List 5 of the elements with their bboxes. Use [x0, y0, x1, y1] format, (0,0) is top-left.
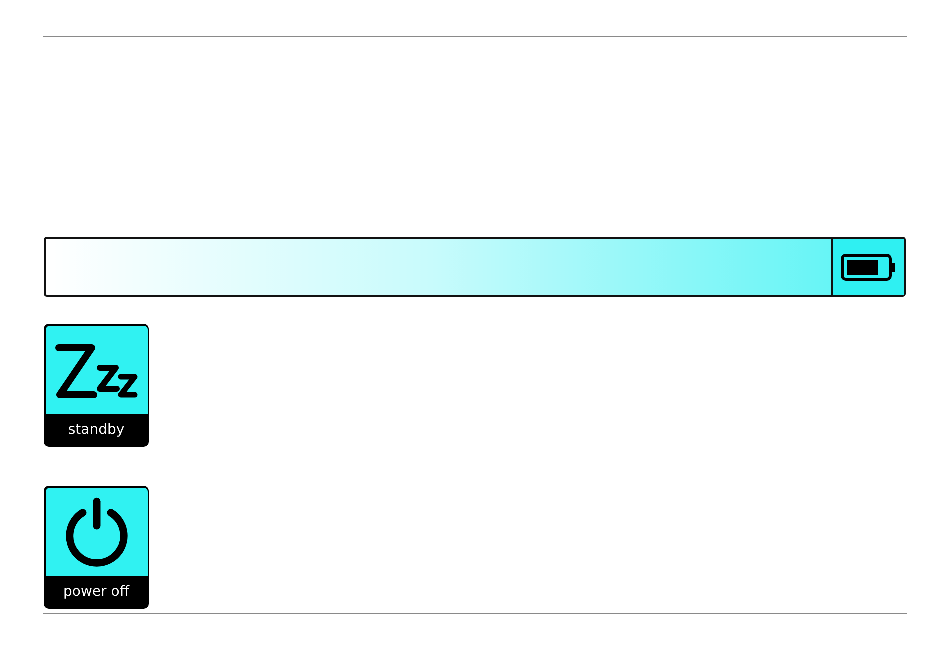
power-icon: [64, 497, 128, 568]
mode-button[interactable]: power off: [44, 486, 149, 609]
sleep-icon: [54, 344, 138, 400]
mode-button[interactable]: standby: [44, 324, 149, 447]
battery-icon: [840, 254, 896, 280]
